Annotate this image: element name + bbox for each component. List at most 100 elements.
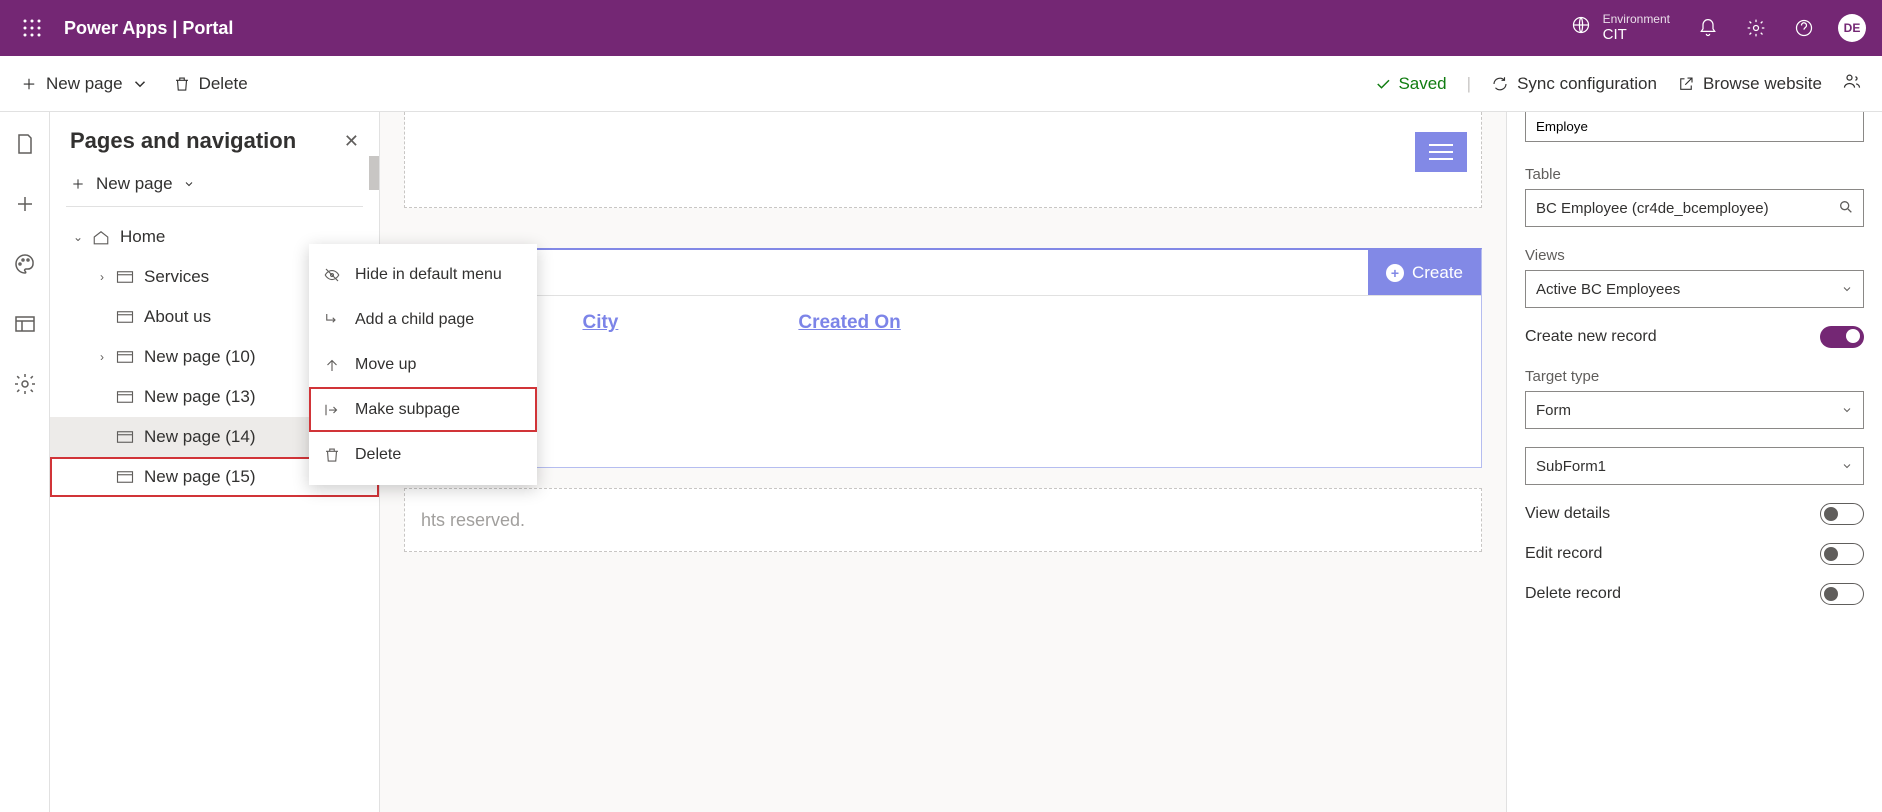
rail-theme-icon[interactable]	[13, 252, 37, 276]
views-select[interactable]: Active BC Employees	[1525, 270, 1864, 308]
name-field[interactable]	[1525, 112, 1864, 142]
bell-icon[interactable]	[1694, 14, 1722, 42]
scrollbar-thumb[interactable]	[369, 156, 379, 190]
plus-circle-icon: +	[1386, 264, 1404, 282]
edit-record-label: Edit record	[1525, 545, 1602, 563]
eye-off-icon	[323, 266, 341, 284]
delete-record-label: Delete record	[1525, 585, 1621, 603]
globe-icon	[1571, 15, 1591, 40]
sync-button[interactable]: Sync configuration	[1491, 74, 1657, 94]
close-icon[interactable]: ✕	[344, 131, 359, 152]
header-section[interactable]	[404, 112, 1482, 208]
environment-picker[interactable]: Environment CIT	[1571, 12, 1670, 44]
delete-button[interactable]: Delete	[173, 74, 248, 94]
page-icon	[116, 470, 134, 484]
subform-value: SubForm1	[1536, 458, 1606, 475]
table-label: Table	[1525, 166, 1864, 183]
new-page-dd-label: New page	[96, 174, 173, 194]
child-icon	[323, 311, 341, 329]
delete-record-toggle[interactable]	[1820, 583, 1864, 605]
app-title: Power Apps | Portal	[64, 18, 233, 39]
create-new-toggle[interactable]	[1820, 326, 1864, 348]
hamburger-button[interactable]	[1415, 132, 1467, 172]
col-header[interactable]: City	[582, 312, 618, 334]
env-name: CIT	[1603, 26, 1670, 44]
page-icon	[116, 390, 134, 404]
new-page-button[interactable]: New page	[20, 74, 149, 94]
create-new-label: Create new record	[1525, 328, 1657, 346]
indent-icon	[323, 401, 341, 419]
trash-icon	[323, 446, 341, 464]
col-header[interactable]: Created On	[798, 312, 900, 334]
browse-label: Browse website	[1703, 74, 1822, 94]
properties-panel: Table Views Active BC Employees Create n…	[1506, 112, 1882, 812]
tree-item-label: Services	[144, 267, 209, 287]
table-field[interactable]	[1525, 189, 1864, 227]
tree-item-label: New page (15)	[144, 467, 256, 487]
target-type-label: Target type	[1525, 368, 1864, 385]
chevron-down-icon	[1841, 283, 1853, 295]
page-icon	[116, 270, 134, 284]
env-label: Environment	[1603, 12, 1670, 26]
page-icon	[116, 430, 134, 444]
chevron-down-icon	[1841, 460, 1853, 472]
search-icon[interactable]	[1838, 199, 1854, 220]
subform-select[interactable]: SubForm1	[1525, 447, 1864, 485]
tree-item-label: Home	[120, 227, 165, 247]
target-type-select[interactable]: Form	[1525, 391, 1864, 429]
ctx-delete[interactable]: Delete	[309, 432, 537, 477]
ctx-move-up[interactable]: Move up	[309, 342, 537, 387]
edit-record-toggle[interactable]	[1820, 543, 1864, 565]
chevron-down-icon	[1841, 404, 1853, 416]
rail-settings-icon[interactable]	[13, 372, 37, 396]
views-value: Active BC Employees	[1536, 281, 1680, 298]
view-details-label: View details	[1525, 505, 1610, 523]
ctx-label: Hide in default menu	[355, 266, 502, 284]
panel-title: Pages and navigation	[70, 128, 296, 154]
chevron-down-icon	[183, 178, 195, 190]
avatar[interactable]: DE	[1838, 14, 1866, 42]
help-icon[interactable]	[1790, 14, 1818, 42]
left-rail	[0, 112, 50, 812]
ctx-label: Delete	[355, 446, 401, 464]
views-label: Views	[1525, 247, 1864, 264]
new-page-label: New page	[46, 74, 123, 94]
gear-icon[interactable]	[1742, 14, 1770, 42]
new-page-dropdown[interactable]: New page	[66, 166, 363, 207]
delete-label: Delete	[199, 74, 248, 94]
ctx-make-subpage[interactable]: Make subpage	[309, 387, 537, 432]
tree-item-label: New page (13)	[144, 387, 256, 407]
tree-item-label: New page (10)	[144, 347, 256, 367]
footer-text: hts reserved.	[421, 510, 525, 531]
browse-button[interactable]: Browse website	[1677, 74, 1822, 94]
create-button[interactable]: + Create	[1368, 250, 1481, 295]
canvas: + Create me City Created On hts reserved…	[380, 112, 1506, 812]
people-icon[interactable]	[1842, 71, 1862, 96]
ctx-add-a-child-page[interactable]: Add a child page	[309, 297, 537, 342]
page-icon	[116, 350, 134, 364]
tree-item-label: About us	[144, 307, 211, 327]
target-type-value: Form	[1536, 402, 1571, 419]
waffle-icon[interactable]	[8, 19, 56, 37]
context-menu: Hide in default menu Add a child page Move…	[309, 244, 537, 485]
app-header: Power Apps | Portal Environment CIT DE	[0, 0, 1882, 56]
home-icon	[92, 229, 110, 245]
ctx-hide-in-default-menu[interactable]: Hide in default menu	[309, 252, 537, 297]
list-component[interactable]: + Create me City Created On	[404, 248, 1482, 468]
ctx-label: Move up	[355, 356, 416, 374]
rail-template-icon[interactable]	[13, 312, 37, 336]
view-details-toggle[interactable]	[1820, 503, 1864, 525]
footer-section[interactable]: hts reserved.	[404, 488, 1482, 552]
ctx-label: Make subpage	[355, 401, 460, 419]
sync-label: Sync configuration	[1517, 74, 1657, 94]
command-bar: New page Delete Saved | Sync configurati…	[0, 56, 1882, 112]
chevron-down-icon	[131, 75, 149, 93]
up-icon	[323, 356, 341, 374]
ctx-label: Add a child page	[355, 311, 474, 329]
rail-pages-icon[interactable]	[13, 132, 37, 156]
page-icon	[116, 310, 134, 324]
create-label: Create	[1412, 263, 1463, 283]
saved-status: Saved	[1374, 74, 1446, 94]
tree-item-label: New page (14)	[144, 427, 256, 447]
rail-plus-icon[interactable]	[13, 192, 37, 216]
